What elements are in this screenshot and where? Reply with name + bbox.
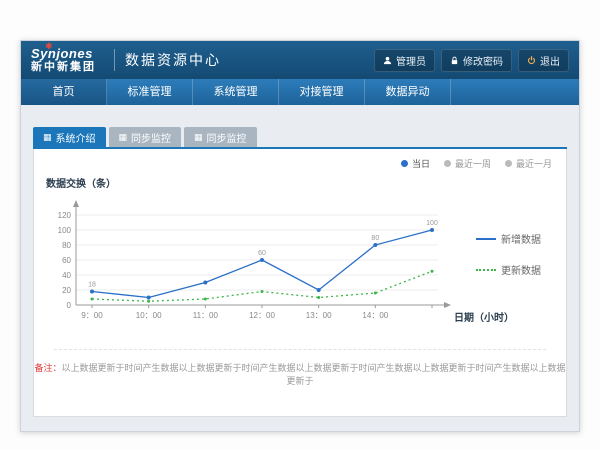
svg-text:100: 100 [58,226,72,235]
lock-icon [450,56,459,65]
series-new-data-label: 新增数据 [501,231,541,246]
series-legend: 新增数据 更新数据 [476,231,541,277]
svg-text:60: 60 [62,256,71,265]
chart-panel: 当日 最近一周 最近一月 数据交换（条） 0 20 40 60 80 100 120 9：00… [33,149,567,417]
svg-text:20: 20 [62,286,71,295]
nav-item-connection-mgmt[interactable]: 对接管理 [279,79,365,105]
x-axis-title: 日期（小时） [454,309,514,324]
filter-last-month[interactable]: 最近一月 [505,157,552,170]
nav-item-home[interactable]: 首页 [21,79,107,105]
tab-label: 同步监控 [207,130,247,145]
series-updated-data[interactable]: 更新数据 [476,262,541,277]
note-divider [54,349,546,350]
tab-system-intro[interactable]: ▦ 系统介绍 [33,127,106,147]
filter-today-label: 当日 [412,157,430,170]
nav-item-system-mgmt[interactable]: 系统管理 [193,79,279,105]
svg-text:14：00: 14：00 [362,311,388,320]
series-updated-data-label: 更新数据 [501,262,541,277]
filter-last-week-label: 最近一周 [455,157,491,170]
header-divider [114,49,115,71]
note-text: 以上数据更新于时间产生数据以上数据更新于时间产生数据以上数据更新于时间产生数据以… [62,363,566,386]
page-title: 数据资源中心 [125,50,221,70]
svg-text:60: 60 [258,250,266,257]
user-icon [383,56,392,65]
change-password-label: 修改密码 [463,53,503,68]
svg-text:11：00: 11：00 [193,311,219,320]
solid-line-sample [476,238,496,240]
line-chart: 0 20 40 60 80 100 120 9：00 10：00 11：00 12：00 13：00 1… [46,193,466,328]
svg-text:40: 40 [62,271,71,280]
admin-user-label: 管理员 [396,53,426,68]
y-axis-title: 数据交换（条） [46,175,116,190]
tab-sync-monitor-2[interactable]: ▦ 同步监控 [184,127,257,147]
period-filter-legend: 当日 最近一周 最近一月 [401,157,552,170]
svg-text:13：00: 13：00 [306,311,332,320]
admin-user-button[interactable]: 管理员 [374,49,435,72]
svg-text:80: 80 [62,241,71,250]
content-area: ▦ 系统介绍 ▦ 同步监控 ▦ 同步监控 当日 最近一周 [21,105,579,417]
filter-last-month-label: 最近一月 [516,157,552,170]
svg-text:80: 80 [371,235,379,242]
logo-star-icon: ✱ [45,42,53,51]
dotted-line-sample [476,269,496,271]
tab-bar: ▦ 系统介绍 ▦ 同步监控 ▦ 同步监控 [33,127,567,147]
main-nav: 首页 标准管理 系统管理 对接管理 数据异动 [21,79,579,105]
logo-subtext: 新中新集团 [31,62,96,73]
legend-dot [444,160,451,167]
nav-item-standard-mgmt[interactable]: 标准管理 [107,79,193,105]
filter-today[interactable]: 当日 [401,157,430,170]
tab-sync-monitor-1[interactable]: ▦ 同步监控 [109,127,182,147]
company-logo: Synjones ✱ 新中新集团 [31,47,96,73]
legend-dot [505,160,512,167]
power-icon [527,56,536,65]
tab-label: 系统介绍 [56,130,96,145]
svg-text:0: 0 [67,301,72,310]
series-new-data[interactable]: 新增数据 [476,231,541,246]
nav-item-data-changes[interactable]: 数据异动 [365,79,451,105]
tab-label: 同步监控 [131,130,171,145]
change-password-button[interactable]: 修改密码 [441,49,512,72]
logout-button[interactable]: 退出 [518,49,569,72]
grid-icon: ▦ [194,133,203,142]
svg-text:18: 18 [88,282,96,289]
svg-text:10：00: 10：00 [136,311,162,320]
top-header-bar: Synjones ✱ 新中新集团 数据资源中心 管理员 修改密码 退出 [21,41,579,79]
grid-icon: ▦ [119,133,128,142]
grid-icon: ▦ [43,133,52,142]
filter-last-week[interactable]: 最近一周 [444,157,491,170]
note-prefix: 备注： [34,363,61,373]
logo-text: Synjones [31,47,96,60]
app-window: Synjones ✱ 新中新集团 数据资源中心 管理员 修改密码 退出 首页 标… [20,40,580,432]
header-actions: 管理员 修改密码 退出 [374,49,569,72]
logout-label: 退出 [540,53,560,68]
footer-note: 备注：以上数据更新于时间产生数据以上数据更新于时间产生数据以上数据更新于时间产生… [34,361,566,387]
svg-text:120: 120 [58,211,72,220]
legend-dot [401,160,408,167]
svg-text:100: 100 [426,220,438,227]
svg-text:12：00: 12：00 [249,311,275,320]
svg-text:9：00: 9：00 [81,311,103,320]
